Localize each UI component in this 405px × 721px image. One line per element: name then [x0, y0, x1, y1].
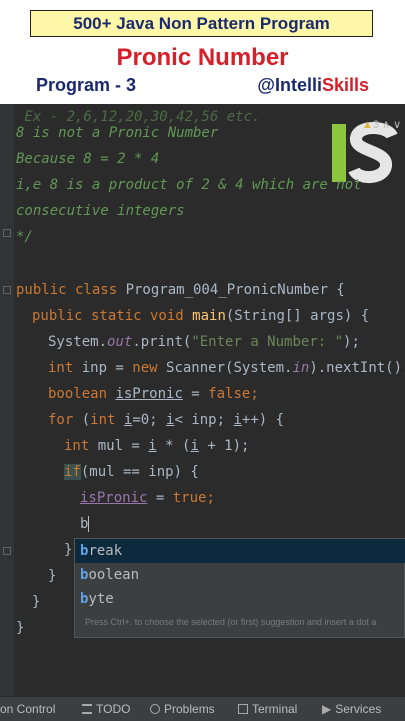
handle-prefix: @Intelli — [257, 75, 322, 95]
closing-brace: } — [64, 542, 73, 558]
channel-handle: @IntelliSkills — [257, 75, 369, 96]
handle-suffix: Skills — [321, 75, 369, 95]
code-line-boolean[interactable]: boolean isPronic = false; — [48, 381, 259, 407]
inspection-badge[interactable]: ▲3 ∧ ∨ — [362, 118, 401, 131]
suggestion-break[interactable]: break — [75, 539, 405, 563]
tool-version-control[interactable]: on Control — [0, 697, 55, 721]
code-line-class[interactable]: public class Program_004_PronicNumber { — [16, 277, 345, 303]
program-label: Program - 3 — [36, 75, 137, 95]
terminal-icon — [238, 704, 248, 714]
closing-brace: } — [32, 594, 41, 610]
text-caret — [88, 516, 90, 532]
comment-line: Because 8 = 2 * 4 — [16, 151, 160, 167]
code-line-for[interactable]: for (int i=0; i< inp; i++) { — [48, 407, 284, 433]
code-line-main[interactable]: public static void main(String[] args) { — [32, 303, 369, 329]
tool-terminal[interactable]: Terminal — [238, 697, 297, 721]
comment-line: consecutive integers — [16, 203, 185, 219]
code-line-mul[interactable]: int mul = i * (i + 1); — [64, 433, 249, 459]
title-banner: 500+ Java Non Pattern Program Pronic Num… — [0, 0, 405, 104]
code-line-print[interactable]: System.out.print("Enter a Number: "); — [48, 329, 360, 355]
comment-line: 8 is not a Pronic Number — [16, 125, 219, 141]
warning-icon: ▲ — [362, 119, 373, 131]
topic-title: Pronic Number — [116, 44, 289, 71]
comment-line: i,e 8 is a product of 2 & 4 which are no… — [16, 177, 362, 193]
closing-brace: } — [16, 620, 25, 636]
services-icon: ▶ — [322, 702, 332, 716]
bottom-tool-bar: on Control TODO Problems Terminal ▶ Servi… — [0, 696, 405, 721]
comment-line: */ — [16, 229, 33, 245]
fold-marker[interactable] — [3, 229, 11, 237]
autocomplete-popup[interactable]: break boolean byte Press Ctrl+. to choos… — [74, 538, 405, 638]
suggestion-boolean[interactable]: boolean — [75, 563, 405, 587]
todo-icon — [82, 704, 92, 714]
tool-problems[interactable]: Problems — [150, 697, 215, 721]
series-title: 500+ Java Non Pattern Program — [30, 10, 373, 37]
problems-icon — [150, 704, 160, 714]
code-line-scanner[interactable]: int inp = new Scanner(System.in).nextInt… — [48, 355, 405, 381]
closing-brace: } — [48, 568, 57, 584]
fold-marker[interactable] — [3, 547, 11, 555]
code-line-if[interactable]: if(mul == inp) { — [64, 459, 199, 485]
editor-gutter — [0, 104, 14, 696]
suggestion-byte[interactable]: byte — [75, 587, 405, 611]
tool-services[interactable]: ▶ Services — [322, 697, 381, 721]
code-line-typing[interactable]: b — [80, 511, 90, 537]
tool-todo[interactable]: TODO — [82, 697, 130, 721]
autocomplete-hint: Press Ctrl+. to choose the selected (or … — [85, 617, 377, 627]
code-line-assign[interactable]: isPronic = true; — [80, 485, 215, 511]
fold-marker[interactable] — [3, 286, 11, 294]
